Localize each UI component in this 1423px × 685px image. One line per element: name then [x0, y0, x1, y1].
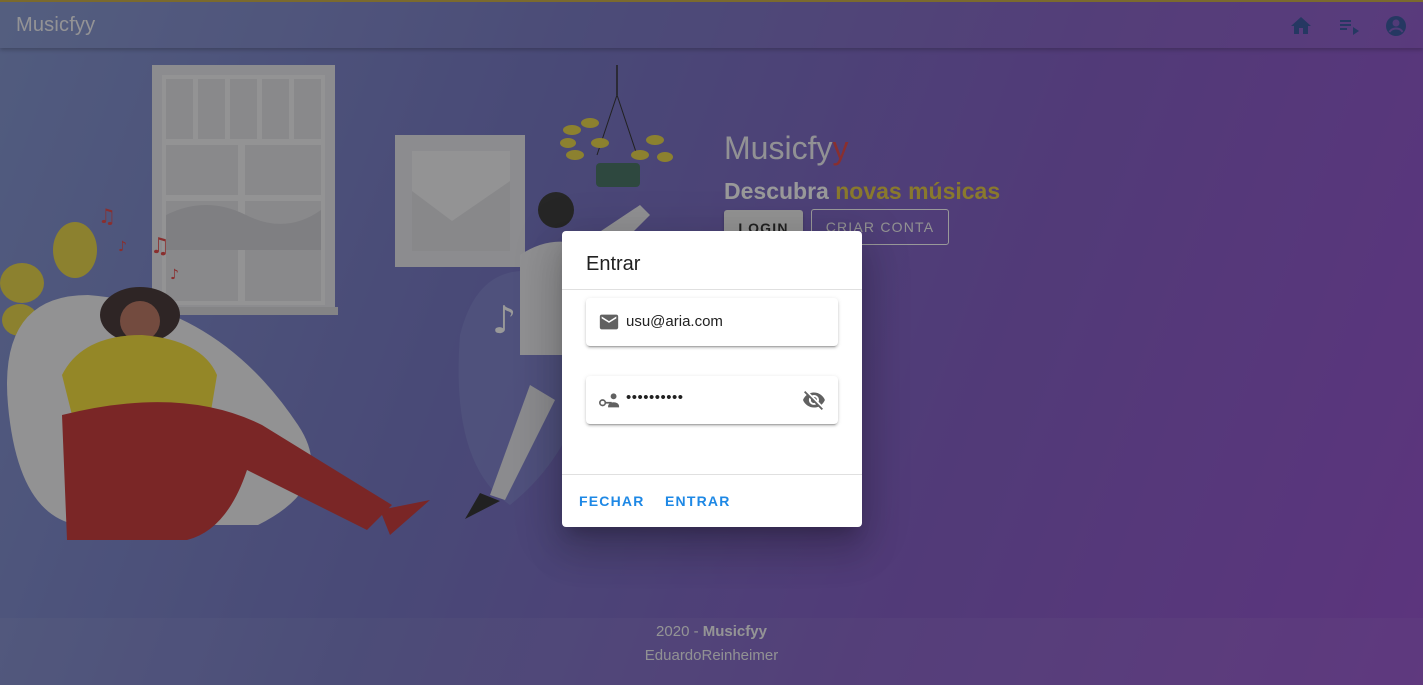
account-key-icon: [599, 393, 620, 408]
email-field[interactable]: usu@aria.com: [586, 298, 838, 346]
submit-button[interactable]: ENTRAR: [665, 493, 731, 509]
password-value: ••••••••••: [626, 389, 684, 406]
dialog-top-divider: [562, 289, 862, 290]
dialog-bottom-divider: [562, 474, 862, 475]
password-field[interactable]: ••••••••••: [586, 376, 838, 424]
close-button[interactable]: FECHAR: [579, 493, 645, 509]
visibility-off-icon[interactable]: [802, 388, 826, 412]
email-value: usu@aria.com: [626, 313, 723, 330]
login-dialog: Entrar usu@aria.com •••••••••• FECHAR EN…: [562, 231, 862, 527]
dialog-title: Entrar: [586, 253, 641, 275]
email-icon: [599, 314, 619, 330]
